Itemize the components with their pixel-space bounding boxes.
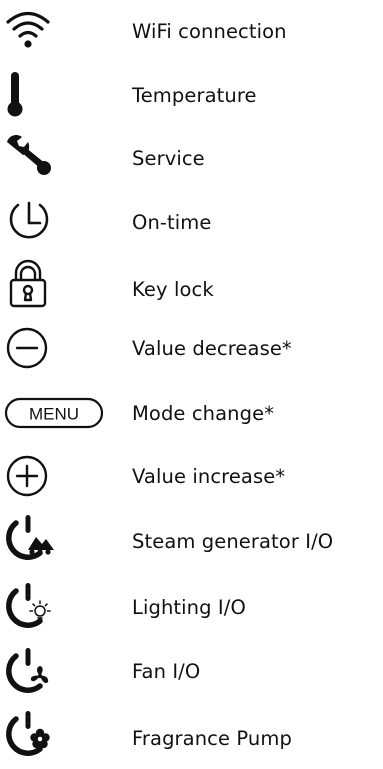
wrench-icon [2,131,58,181]
legend-label: Temperature [132,84,257,107]
legend-item-wifi: WiFi connection [0,5,383,63]
legend-item-temperature: Temperature [0,68,383,126]
thermometer-icon [2,68,58,118]
legend-item-fragrance-pump: Fragrance Pump [0,708,383,766]
power-steam-icon [2,512,58,562]
legend-item-key-lock: Key lock [0,259,383,318]
legend-item-value-increase: Value increase* [0,451,383,509]
legend-label: Fan I/O [132,660,201,683]
legend-item-lighting: Lighting I/O [0,580,383,638]
legend-label: WiFi connection [132,20,287,43]
legend-label: Value increase* [132,465,286,488]
clock-icon [2,195,58,245]
legend-label: Mode change* [132,402,275,425]
legend-label: Value decrease* [132,337,292,360]
wifi-icon [2,5,58,55]
legend-item-fan: Fan I/O [0,645,383,703]
legend-label: Steam generator I/O [132,530,334,553]
legend-item-service: Service [0,131,383,189]
plus-circle-icon [2,451,58,501]
legend-label: Key lock [132,278,214,301]
legend-item-value-decrease: Value decrease* [0,323,383,381]
menu-button-icon: MENU [4,388,104,438]
legend-item-mode-change: MENU Mode change* [0,388,383,446]
legend-label: On-time [132,211,212,234]
padlock-icon [2,259,58,310]
minus-circle-icon [2,323,58,373]
menu-button-text: MENU [29,405,79,424]
legend-label: Service [132,147,205,170]
power-fragrance-icon [2,708,58,758]
legend-label: Lighting I/O [132,596,246,619]
legend-item-steam-generator: Steam generator I/O [0,512,383,570]
legend-label: Fragrance Pump [132,727,292,750]
legend-item-on-time: On-time [0,195,383,253]
power-fan-icon [2,645,58,695]
power-light-icon [2,580,58,630]
